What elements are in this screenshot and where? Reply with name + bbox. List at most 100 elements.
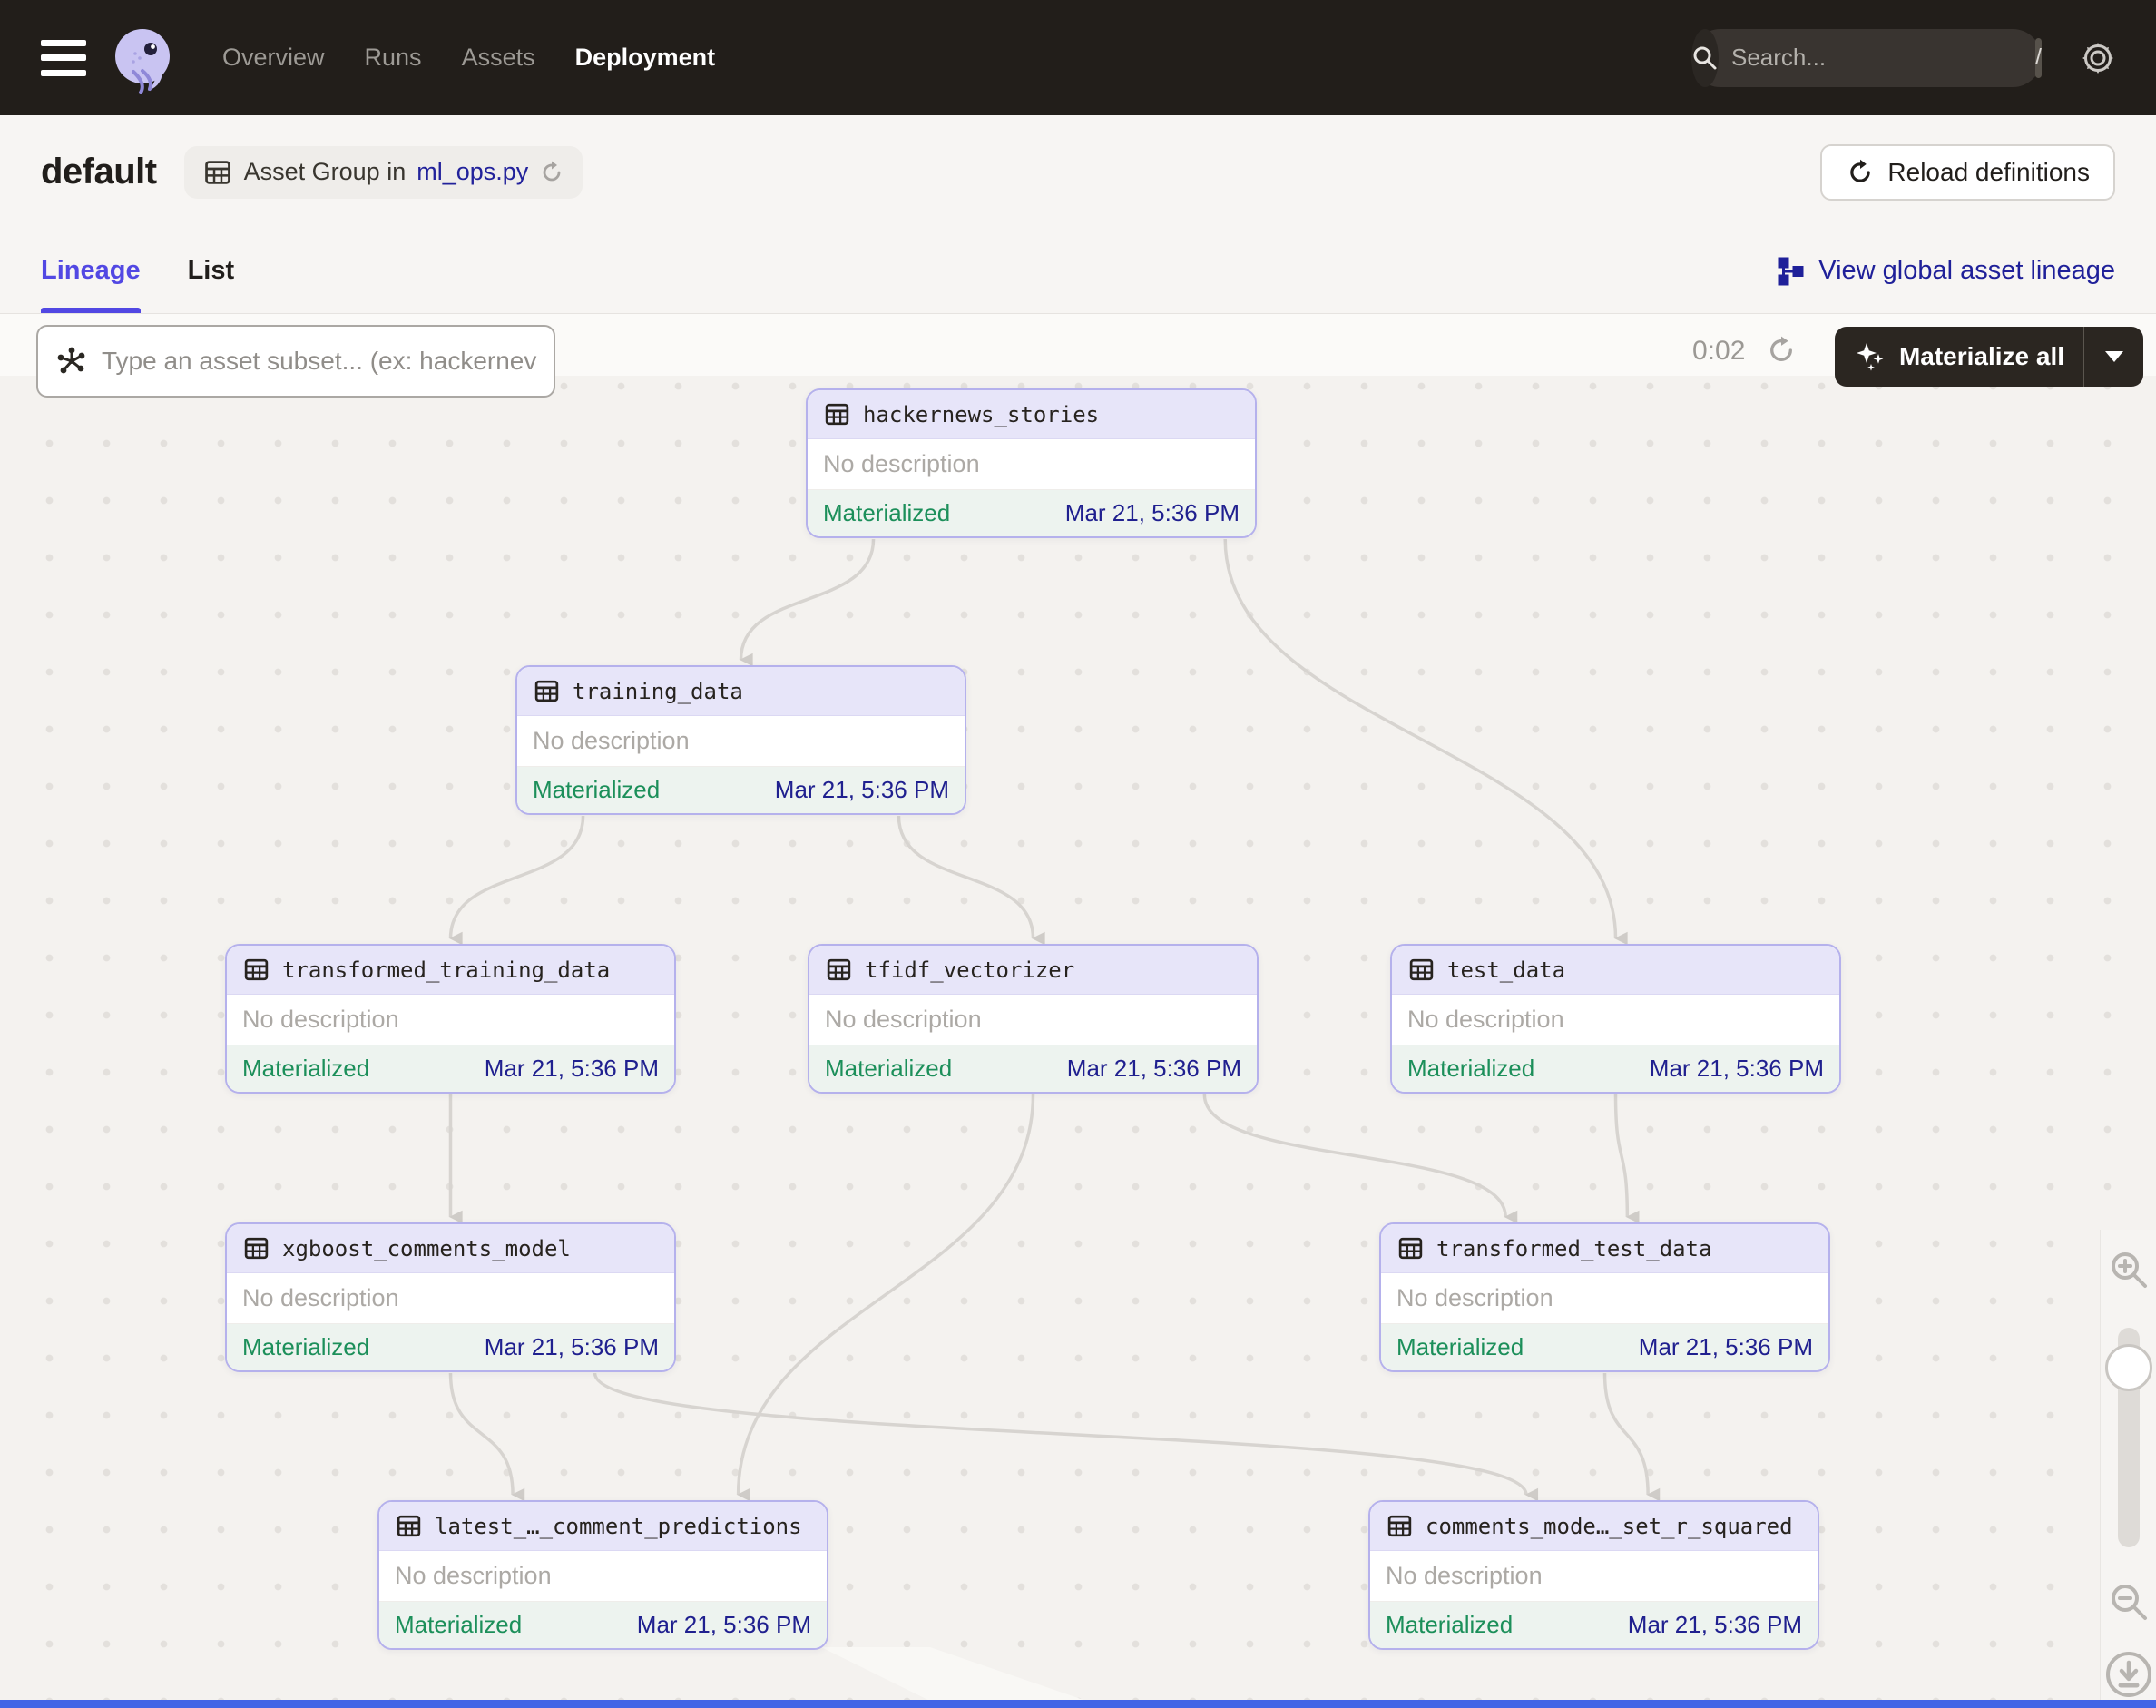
reload-definitions-label: Reload definitions (1887, 158, 2090, 187)
settings-gear-icon[interactable] (2078, 38, 2118, 78)
asset-node-header: latest_…_comment_predictions (379, 1502, 827, 1551)
asset-node[interactable]: comments_mode…_set_r_squared No descript… (1368, 1500, 1819, 1650)
chevron-down-icon (2105, 351, 2123, 362)
group-refresh-icon[interactable] (539, 160, 564, 185)
asset-group-label: Asset Group in (244, 158, 407, 186)
asset-node[interactable]: latest_…_comment_predictions No descript… (377, 1500, 828, 1650)
op-selector-icon (54, 344, 89, 378)
table-icon (825, 956, 853, 984)
asset-node-header: tfidf_vectorizer (809, 946, 1257, 995)
graph-refresh-icon[interactable] (1765, 334, 1798, 371)
asset-node-timestamp: Mar 21, 5:36 PM (485, 1333, 659, 1361)
table-icon (395, 1512, 423, 1540)
asset-node-body: No description (227, 1273, 674, 1324)
asset-node[interactable]: tfidf_vectorizer No description Material… (808, 944, 1259, 1094)
lineage-canvas[interactable]: hackernews_stories No description Materi… (0, 314, 2156, 1700)
top-nav-bar: Overview Runs Assets Deployment / (0, 0, 2156, 115)
asset-node-header: hackernews_stories (808, 390, 1255, 439)
asset-node-timestamp: Mar 21, 5:36 PM (1650, 1055, 1824, 1083)
asset-node[interactable]: training_data No description Materialize… (515, 665, 966, 815)
dagster-logo[interactable] (106, 22, 179, 94)
asset-node-body: No description (808, 439, 1255, 490)
table-icon (242, 1234, 270, 1262)
asset-node-description: No description (1386, 1562, 1543, 1590)
asset-node-timestamp: Mar 21, 5:36 PM (1628, 1611, 1802, 1639)
asset-node-name: training_data (573, 679, 743, 704)
asset-node-footer: Materialized Mar 21, 5:36 PM (1381, 1324, 1828, 1370)
asset-node-description: No description (242, 1284, 399, 1312)
asset-subset-input[interactable] (102, 347, 537, 376)
nav-item-deployment[interactable]: Deployment (575, 44, 716, 72)
asset-node-status: Materialized (395, 1611, 522, 1639)
asset-subset-filter[interactable] (36, 325, 555, 398)
view-global-asset-lineage-link[interactable]: View global asset lineage (1775, 256, 2115, 287)
asset-node-footer: Materialized Mar 21, 5:36 PM (809, 1045, 1257, 1092)
reload-icon (1846, 158, 1875, 187)
nav-item-overview[interactable]: Overview (222, 44, 325, 72)
table-icon (1407, 956, 1436, 984)
asset-node-name: tfidf_vectorizer (865, 957, 1074, 983)
asset-node-name: xgboost_comments_model (282, 1236, 571, 1261)
download-image-icon[interactable] (2103, 1649, 2154, 1700)
asset-node-status: Materialized (823, 499, 950, 527)
tab-list[interactable]: List (188, 229, 235, 313)
materialize-options-dropdown[interactable] (2083, 327, 2143, 387)
table-icon (242, 956, 270, 984)
lineage-graph-icon (1775, 256, 1806, 287)
asset-node-name: transformed_training_data (282, 957, 610, 983)
search-icon (1691, 29, 1719, 87)
asset-node-status: Materialized (242, 1055, 369, 1083)
hamburger-menu-icon[interactable] (41, 40, 86, 76)
zoom-in-icon[interactable] (2105, 1246, 2152, 1293)
asset-group-file-link[interactable]: ml_ops.py (416, 158, 528, 186)
nav-item-runs[interactable]: Runs (365, 44, 422, 72)
asset-node[interactable]: hackernews_stories No description Materi… (806, 388, 1257, 538)
search-input[interactable] (1719, 44, 2035, 72)
asset-node[interactable]: xgboost_comments_model No description Ma… (225, 1222, 676, 1372)
table-icon (202, 157, 233, 188)
asset-node-footer: Materialized Mar 21, 5:36 PM (379, 1602, 827, 1648)
materialize-all-main[interactable]: Materialize all (1835, 327, 2083, 387)
asset-node[interactable]: transformed_training_data No description… (225, 944, 676, 1094)
asset-node-status: Materialized (1396, 1333, 1524, 1361)
sparkle-icon (1854, 340, 1886, 373)
nav-item-assets[interactable]: Assets (462, 44, 535, 72)
search-box[interactable]: / (1691, 29, 2042, 87)
zoom-out-icon[interactable] (2105, 1578, 2152, 1625)
asset-node-timestamp: Mar 21, 5:36 PM (485, 1055, 659, 1083)
reload-definitions-button[interactable]: Reload definitions (1820, 144, 2115, 201)
horizontal-scrollbar[interactable] (0, 1700, 2156, 1708)
zoom-slider-handle[interactable] (2105, 1344, 2152, 1391)
asset-node-description: No description (533, 727, 690, 755)
top-nav-right: / (1691, 29, 2118, 87)
materialize-all-button[interactable]: Materialize all (1835, 327, 2143, 387)
asset-node-header: test_data (1392, 946, 1839, 995)
asset-group-badge: Asset Group in ml_ops.py (184, 146, 583, 199)
asset-node-description: No description (1396, 1284, 1553, 1312)
materialize-all-label: Materialize all (1899, 342, 2064, 371)
asset-node-description: No description (823, 450, 980, 478)
asset-node-body: No description (227, 995, 674, 1045)
asset-node-description: No description (825, 1006, 982, 1034)
asset-node[interactable]: test_data No description Materialized Ma… (1390, 944, 1841, 1094)
page-header: default Asset Group in ml_ops.py Reload … (0, 115, 2156, 229)
asset-node-timestamp: Mar 21, 5:36 PM (775, 776, 949, 804)
asset-node-description: No description (395, 1562, 552, 1590)
asset-node-name: comments_mode…_set_r_squared (1426, 1514, 1793, 1539)
asset-node[interactable]: transformed_test_data No description Mat… (1379, 1222, 1830, 1372)
asset-node-header: xgboost_comments_model (227, 1224, 674, 1273)
asset-node-header: transformed_test_data (1381, 1224, 1828, 1273)
asset-node-status: Materialized (533, 776, 660, 804)
asset-node-footer: Materialized Mar 21, 5:36 PM (517, 767, 965, 813)
zoom-slider[interactable] (2118, 1328, 2140, 1547)
asset-node-timestamp: Mar 21, 5:36 PM (1639, 1333, 1813, 1361)
view-global-asset-lineage-label: View global asset lineage (1818, 256, 2115, 286)
asset-node-header: transformed_training_data (227, 946, 674, 995)
asset-node-footer: Materialized Mar 21, 5:36 PM (227, 1045, 674, 1092)
tab-lineage[interactable]: Lineage (41, 229, 141, 313)
asset-node-name: latest_…_comment_predictions (435, 1514, 802, 1539)
asset-node-footer: Materialized Mar 21, 5:36 PM (1392, 1045, 1839, 1092)
search-shortcut-badge: / (2035, 38, 2042, 78)
asset-node-header: comments_mode…_set_r_squared (1370, 1502, 1818, 1551)
page-title: default (41, 152, 157, 192)
